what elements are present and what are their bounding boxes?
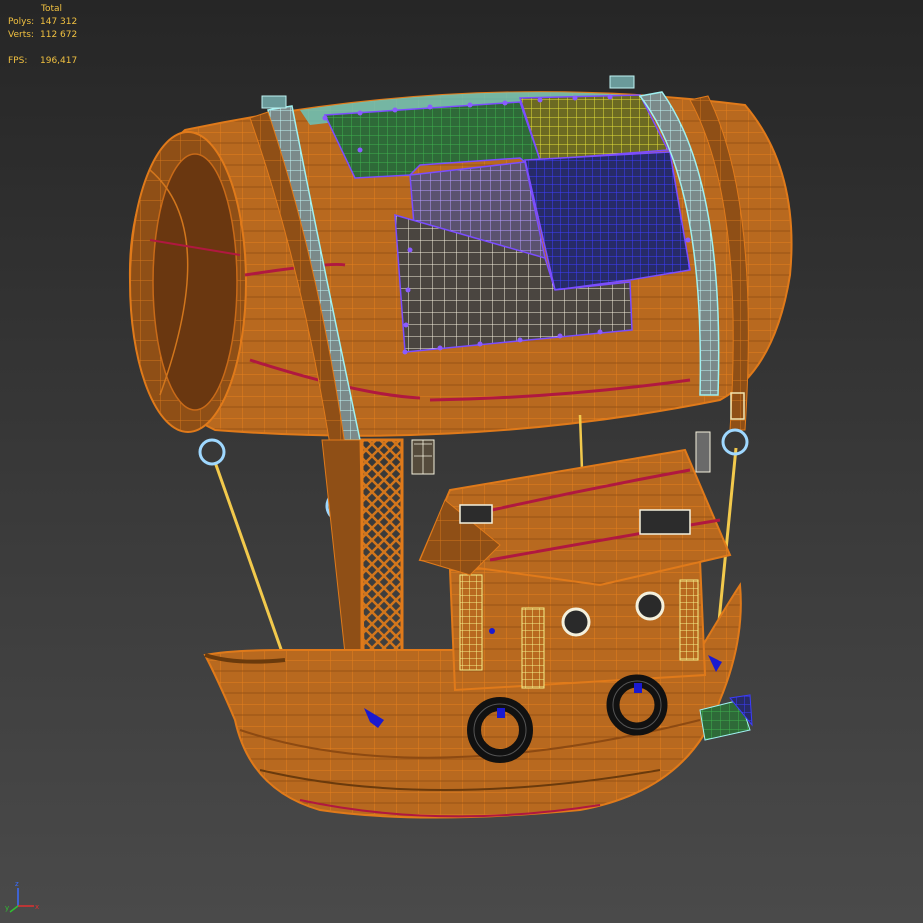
porthole-window [635,591,665,621]
polys-value: 147 312 [40,17,78,27]
exhaust-pipe[interactable] [695,431,711,473]
z-axis-label: z [15,880,19,888]
cabin-roof[interactable] [418,448,732,587]
verts-label: Verts: [8,30,34,40]
verts-value: 112 672 [40,30,78,40]
y-axis-label: y [5,904,9,912]
3d-viewport[interactable] [0,0,923,923]
roof-window [639,509,691,535]
viewport-statistics: Total Polys: 147 312 Verts: 112 672 FPS:… [8,3,77,68]
x-axis-label: x [35,903,39,911]
polys-label: Polys: [8,17,35,27]
porthole-window [561,607,591,637]
y-axis-line [9,905,19,913]
roof-window [459,504,493,524]
fps-label: FPS: [8,56,28,66]
fps-value: 196,417 [40,56,78,66]
lantern[interactable] [411,439,435,475]
stats-title: Total [41,4,63,14]
axis-gizmo-icon[interactable]: z x y [4,876,44,916]
